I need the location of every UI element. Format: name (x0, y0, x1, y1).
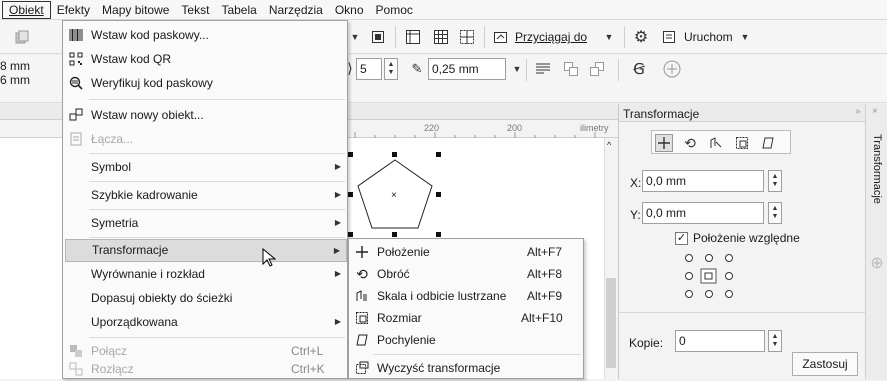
copies-stepper[interactable]: ▲ ▼ (768, 330, 782, 352)
break-apart-icon (67, 360, 85, 378)
menu-verify-barcode[interactable]: Weryfikuj kod paskowy (63, 71, 347, 95)
scrollbar-thumb[interactable] (606, 278, 616, 368)
pen-outline-icon: ✎ (411, 61, 423, 76)
fullscreen-icon[interactable] (370, 29, 386, 45)
vertical-scrollbar[interactable]: ^ (604, 138, 618, 379)
menu-obiekt[interactable]: Obiekt (2, 0, 51, 19)
add-icon[interactable] (662, 59, 682, 79)
polygon-sides-stepper[interactable]: ▲ ▼ (384, 58, 398, 80)
rulers-icon[interactable] (404, 28, 422, 46)
barcode-icon (67, 26, 85, 44)
menu-insert-barcode[interactable]: Wstaw kod paskowy... (63, 23, 347, 47)
links-icon (67, 130, 85, 148)
y-stepper[interactable]: ▲ ▼ (768, 202, 782, 224)
relative-position-label: Położenie względne (693, 231, 800, 245)
scale-mode-icon[interactable] (707, 134, 725, 152)
menu-symmetry[interactable]: Symetria ▶ (63, 211, 347, 235)
chevron-down-icon[interactable]: ▼ (350, 30, 360, 44)
size-icon (353, 309, 371, 327)
submenu-size[interactable]: Rozmiar Alt+F10 (349, 307, 583, 329)
menu-align-distribute[interactable]: Wyrównanie i rozkład ▶ (63, 262, 347, 286)
mouse-cursor-icon (262, 248, 276, 267)
rotate-mode-icon[interactable]: ⟲ (681, 134, 699, 152)
convert-curves-icon[interactable]: Ꞡ (630, 60, 648, 78)
guidelines-icon[interactable] (458, 28, 476, 46)
docker-expand-icon[interactable]: » (855, 106, 861, 117)
docker-tab-strip: × Transformacje ⊕ (865, 104, 887, 379)
scale-mirror-icon (353, 287, 371, 305)
menu-break-apart[interactable]: Rozłącz Ctrl+K (63, 357, 347, 381)
to-back-icon[interactable] (588, 60, 606, 78)
qr-code-icon (67, 50, 85, 68)
object-menu: Wstaw kod paskowy... Wstaw kod QR Weryfi… (62, 20, 348, 379)
scroll-up-icon[interactable]: ^ (607, 140, 611, 150)
snap-icon[interactable] (492, 28, 510, 46)
snap-to-dropdown[interactable]: Przyciągaj do (515, 30, 587, 44)
to-front-icon[interactable] (562, 60, 580, 78)
copies-input[interactable]: 0 (675, 330, 765, 352)
chevron-down-icon[interactable]: ▼ (740, 30, 750, 44)
submenu-clear-transformations[interactable]: Wyczyść transformacje (349, 357, 583, 379)
menu-okno[interactable]: Okno (329, 0, 370, 20)
copy-icon[interactable] (14, 29, 30, 45)
outline-width-select[interactable]: 0,25 mm (428, 58, 506, 80)
add-docker-icon[interactable]: ⊕ (868, 254, 886, 272)
menu-pomoc[interactable]: Pomoc (370, 0, 419, 20)
submenu-skew[interactable]: Pochylenie (349, 329, 583, 351)
menu-insert-qr[interactable]: Wstaw kod QR (63, 47, 347, 71)
chevron-down-icon[interactable]: ▼ (604, 30, 614, 44)
menu-bar: Obiekt Efekty Mapy bitowe Tekst Tabela N… (0, 0, 887, 20)
position-icon (353, 243, 371, 261)
anchor-point-grid[interactable] (683, 252, 743, 302)
gear-icon[interactable]: ⚙ (632, 28, 650, 46)
submenu-position[interactable]: Położenie Alt+F7 (349, 241, 583, 263)
submenu-rotate[interactable]: ⟲ Obróć Alt+F8 (349, 263, 583, 285)
apply-button[interactable]: Zastosuj (792, 352, 858, 376)
menu-tekst[interactable]: Tekst (175, 0, 215, 20)
rotate-icon: ⟲ (356, 266, 368, 282)
x-position-input[interactable]: 0,0 mm (642, 170, 764, 192)
menu-links[interactable]: Łącza... (63, 127, 347, 151)
position-mode-icon[interactable] (655, 134, 673, 152)
clear-transform-icon (353, 359, 371, 377)
y-label: Y: (630, 208, 641, 222)
grid-icon[interactable] (432, 28, 450, 46)
size-mode-icon[interactable] (733, 134, 751, 152)
pentagon-shape[interactable]: × (340, 148, 450, 243)
transformations-submenu: Położenie Alt+F7 ⟲ Obróć Alt+F8 Skala i … (348, 238, 584, 379)
menu-mapy-bitowe[interactable]: Mapy bitowe (96, 0, 175, 20)
object-height-value[interactable]: 6 mm (0, 73, 30, 87)
relative-position-checkbox[interactable]: ✓ (675, 232, 688, 245)
submenu-scale-mirror[interactable]: Skala i odbicie lustrzane Alt+F9 (349, 285, 583, 307)
launch-icon[interactable] (660, 28, 678, 46)
x-stepper[interactable]: ▲ ▼ (768, 170, 782, 192)
svg-text:×: × (391, 190, 397, 201)
y-position-input[interactable]: 0,0 mm (642, 202, 764, 224)
menu-symbol[interactable]: Symbol ▶ (63, 155, 347, 179)
menu-order[interactable]: Uporządkowana ▶ (63, 310, 347, 334)
menu-tabela[interactable]: Tabela (215, 0, 262, 20)
x-label: X: (630, 176, 642, 190)
menu-fit-to-path[interactable]: Dopasuj obiekty do ścieżki (63, 286, 347, 310)
menu-insert-object[interactable]: Wstaw nowy obiekt... (63, 103, 347, 127)
skew-mode-icon[interactable] (759, 134, 777, 152)
chevron-down-icon[interactable]: ▼ (512, 62, 522, 76)
polygon-sides-input[interactable]: 5 (356, 58, 382, 80)
transform-docker: Transformacje » ⟲ X: 0,0 mm ▲ ▼ Y: 0,0 mm… (618, 104, 866, 379)
verify-barcode-icon (67, 74, 85, 92)
launch-dropdown[interactable]: Uruchom (684, 30, 733, 44)
menu-efekty[interactable]: Efekty (51, 0, 96, 20)
docker-tab-transformacje[interactable]: Transformacje (868, 134, 886, 234)
menu-powerclip[interactable]: Szybkie kadrowanie ▶ (63, 183, 347, 207)
close-icon[interactable]: × (872, 106, 878, 117)
insert-object-icon (67, 106, 85, 124)
object-width-value[interactable]: 8 mm (0, 59, 30, 73)
docker-title: Transformacje (623, 107, 700, 121)
text-wrap-icon[interactable] (534, 60, 552, 78)
skew-icon (353, 331, 371, 349)
menu-transformations[interactable]: Transformacje ▶ (65, 239, 347, 262)
menu-narzedzia[interactable]: Narzędzia (263, 0, 329, 20)
copies-label: Kopie: (629, 336, 664, 350)
